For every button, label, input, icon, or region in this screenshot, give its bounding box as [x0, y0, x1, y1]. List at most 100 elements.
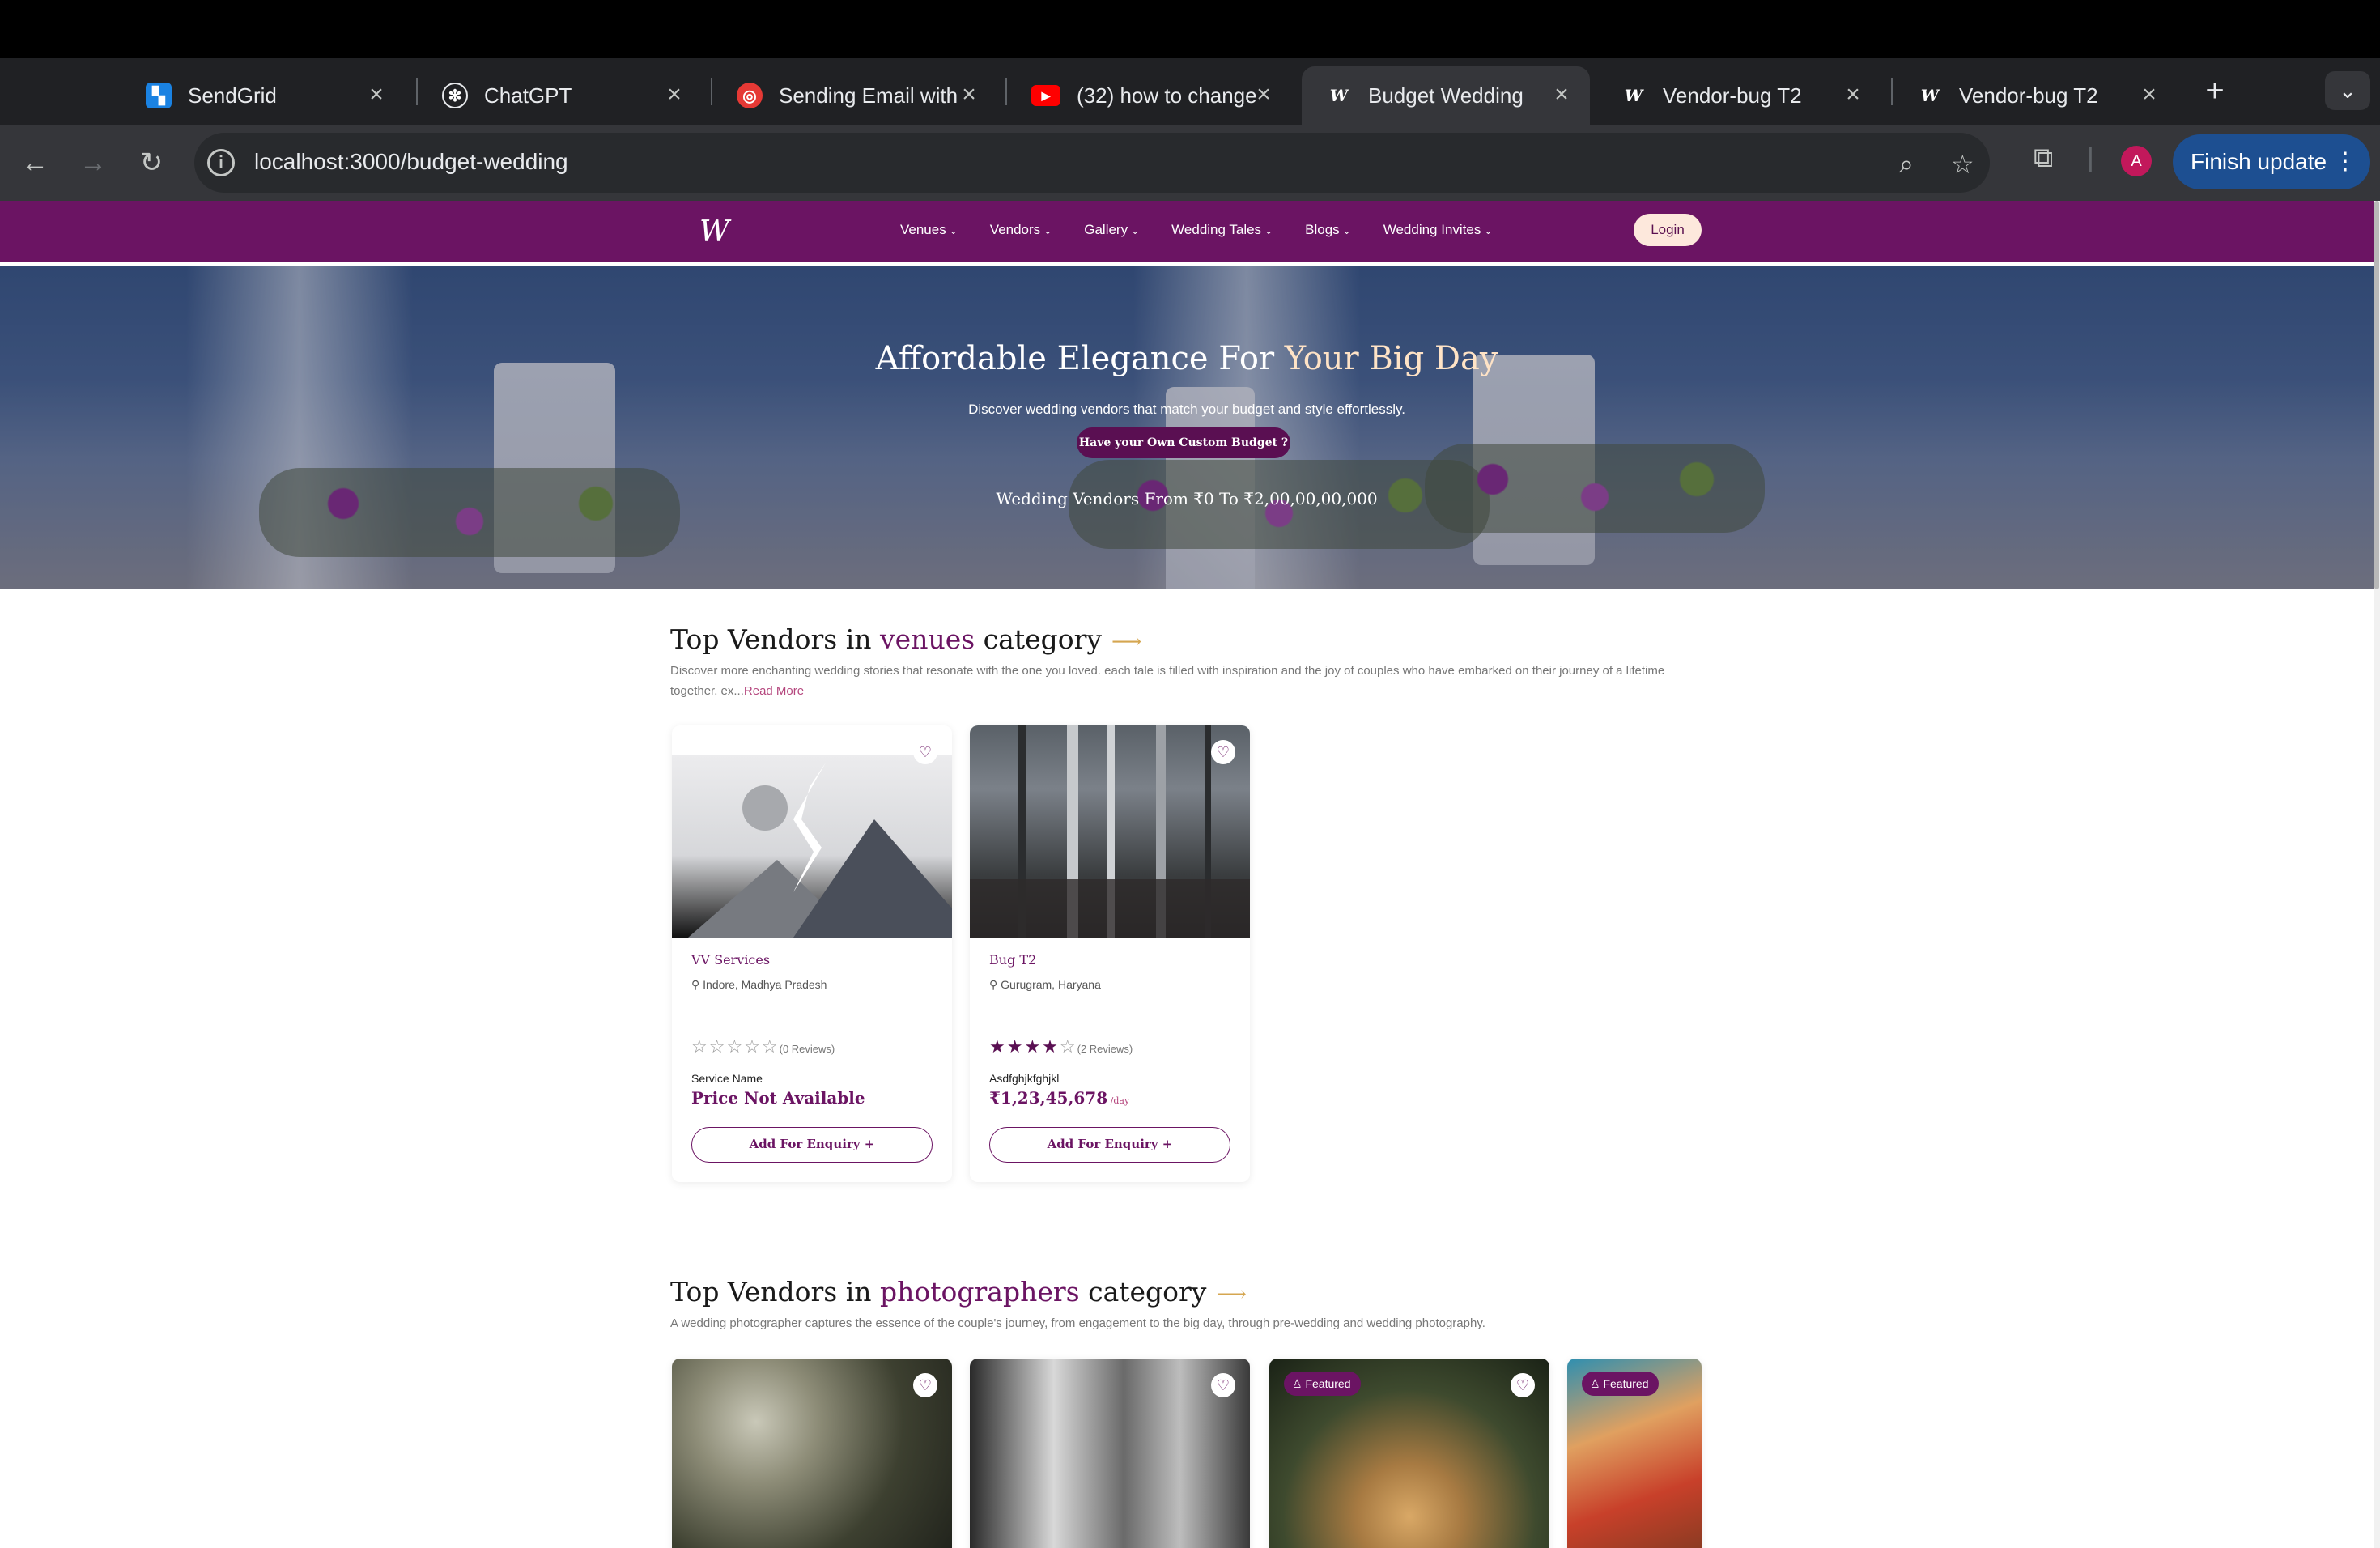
- vendor-card[interactable]: ♡ VV Services ⚲ Indore, Madhya Pradesh ☆…: [672, 725, 952, 1182]
- url-text[interactable]: localhost:3000/budget-wedding: [254, 149, 568, 175]
- add-for-enquiry-button[interactable]: Add For Enquiry +: [691, 1127, 933, 1163]
- menu-vendors[interactable]: Vendors ⌄: [990, 222, 1052, 238]
- chevron-down-icon: ⌄: [1043, 225, 1052, 236]
- chevron-down-icon: ⌄: [1131, 225, 1140, 236]
- tab-sending-email[interactable]: ◎ Sending Email with ×: [712, 66, 997, 125]
- tab-budget-wedding[interactable]: W Budget Wedding ×: [1302, 66, 1590, 125]
- vendor-price: Price Not Available: [691, 1088, 865, 1108]
- tab-chatgpt[interactable]: ✻ ChatGPT ×: [418, 66, 703, 125]
- tab-sendgrid[interactable]: ▚ SendGrid ×: [121, 66, 405, 125]
- hero-title-highlight: Your Big Day: [1284, 340, 1498, 377]
- vendor-image: [970, 725, 1250, 938]
- back-icon[interactable]: ←: [16, 144, 53, 181]
- page-scrollbar[interactable]: [2374, 201, 2380, 1548]
- sendgrid-icon: ▚: [146, 83, 172, 108]
- title-prefix: Top Vendors in: [670, 1276, 881, 1308]
- featured-badge: ♙ Featured: [1582, 1372, 1659, 1396]
- reload-icon[interactable]: ↻: [133, 144, 170, 181]
- stars-empty: ☆: [1059, 1036, 1077, 1057]
- tab-title: Budget Wedding: [1368, 83, 1524, 108]
- tab-vendor-bug-1[interactable]: W Vendor-bug T2 ×: [1596, 66, 1881, 125]
- site-logo[interactable]: W: [699, 215, 729, 249]
- menu-label: Wedding Tales: [1171, 222, 1262, 237]
- menu-wedding-tales[interactable]: Wedding Tales ⌄: [1171, 222, 1273, 238]
- image-placeholder-icon: [688, 763, 952, 938]
- youtube-icon: ▶: [1031, 85, 1060, 106]
- vendor-name[interactable]: VV Services: [691, 952, 770, 968]
- hero-title: Affordable Elegance For Your Big Day: [0, 340, 2374, 377]
- zoom-icon[interactable]: ⌕: [1899, 149, 1914, 180]
- close-icon[interactable]: ×: [363, 81, 390, 108]
- add-for-enquiry-button[interactable]: Add For Enquiry +: [989, 1127, 1230, 1163]
- tab-youtube[interactable]: ▶ (32) how to change ×: [1007, 66, 1292, 125]
- login-button[interactable]: Login: [1634, 214, 1702, 246]
- tab-title: Vendor-bug T2: [1663, 83, 1802, 108]
- tab-search-button[interactable]: ⌄: [2325, 71, 2370, 110]
- close-icon[interactable]: ×: [1548, 81, 1575, 108]
- price-text: Price Not Available: [691, 1088, 865, 1108]
- menu-wedding-invites[interactable]: Wedding Invites ⌄: [1383, 222, 1493, 238]
- hero-banner: Affordable Elegance For Your Big Day Dis…: [0, 266, 2374, 589]
- finish-update-label: Finish update: [2191, 149, 2327, 174]
- title-category: venues: [880, 623, 975, 655]
- vendor-image: [970, 1359, 1250, 1548]
- award-icon: ♙: [1292, 1377, 1306, 1390]
- wishlist-heart-icon[interactable]: ♡: [1211, 1373, 1235, 1397]
- finish-update-button[interactable]: Finish update ⋮: [2173, 134, 2370, 189]
- vendor-price: ₹1,23,45,678 /day: [989, 1088, 1129, 1108]
- close-icon[interactable]: ×: [2136, 81, 2163, 108]
- address-bar[interactable]: i localhost:3000/budget-wedding ⌕ ☆: [194, 133, 1990, 193]
- menu-blogs[interactable]: Blogs ⌄: [1305, 222, 1351, 238]
- new-tab-button[interactable]: +: [2197, 73, 2233, 108]
- site-menu: Venues ⌄ Vendors ⌄ Gallery ⌄ Wedding Tales ⌄…: [900, 222, 1524, 238]
- wishlist-heart-icon[interactable]: ♡: [913, 1373, 937, 1397]
- tab-title: (32) how to change: [1077, 83, 1257, 108]
- hero-title-main: Affordable Elegance For: [875, 340, 1285, 377]
- menu-gallery[interactable]: Gallery ⌄: [1084, 222, 1139, 238]
- scrollbar-thumb[interactable]: [2374, 201, 2379, 589]
- chevron-down-icon: ⌄: [1264, 225, 1273, 236]
- rating-stars: ☆☆☆☆☆(0 Reviews): [691, 1036, 835, 1057]
- custom-budget-button[interactable]: Have your Own Custom Budget ?: [1077, 427, 1290, 458]
- extensions-icon[interactable]: ⧉: [2034, 142, 2053, 174]
- profile-avatar[interactable]: A: [2121, 146, 2152, 176]
- title-category: photographers: [880, 1276, 1080, 1308]
- menu-label: Vendors: [989, 222, 1041, 237]
- site-info-icon[interactable]: i: [207, 149, 235, 176]
- vendor-location: ⚲ Indore, Madhya Pradesh: [691, 978, 827, 992]
- tab-title: Vendor-bug T2: [1959, 83, 2098, 108]
- wishlist-heart-icon[interactable]: ♡: [1511, 1373, 1535, 1397]
- review-count: (2 Reviews): [1077, 1043, 1133, 1055]
- service-name: Service Name: [691, 1072, 763, 1085]
- site-logo-icon: W: [1624, 86, 1643, 105]
- vendor-card[interactable]: ♡: [672, 1359, 952, 1548]
- vendor-card[interactable]: ♡: [970, 1359, 1250, 1548]
- close-icon[interactable]: ×: [1839, 81, 1867, 108]
- vendor-card[interactable]: ♙ Featured ♡: [1269, 1359, 1549, 1548]
- tab-title: SendGrid: [188, 83, 277, 108]
- more-vert-icon[interactable]: ⋮: [2333, 134, 2357, 189]
- wishlist-heart-icon[interactable]: ♡: [1211, 740, 1235, 764]
- menu-label: Gallery: [1084, 222, 1128, 237]
- forward-icon[interactable]: →: [74, 144, 112, 181]
- system-top-bar: [0, 0, 2380, 58]
- site-navbar: W Venues ⌄ Vendors ⌄ Gallery ⌄ Wedding Tale…: [0, 201, 2374, 264]
- menu-label: Blogs: [1305, 222, 1340, 237]
- section-title-photographers: Top Vendors in photographers category ⟶: [670, 1276, 1247, 1308]
- close-icon[interactable]: ×: [955, 81, 983, 108]
- vendor-card[interactable]: ♙ Featured: [1567, 1359, 1702, 1548]
- read-more-link[interactable]: Read More: [744, 684, 804, 698]
- bookmark-star-icon[interactable]: ☆: [1951, 149, 1974, 180]
- rating-stars: ★★★★☆(2 Reviews): [989, 1036, 1133, 1057]
- vendor-card[interactable]: ♡ Bug T2 ⚲ Gurugram, Haryana ★★★★☆(2 Rev…: [970, 725, 1250, 1182]
- sending-email-icon: ◎: [737, 83, 763, 108]
- close-icon[interactable]: ×: [1250, 81, 1277, 108]
- vendor-name[interactable]: Bug T2: [989, 952, 1036, 968]
- menu-venues[interactable]: Venues ⌄: [900, 222, 958, 238]
- hero-subtitle: Discover wedding vendors that match your…: [968, 402, 1405, 417]
- close-icon[interactable]: ×: [661, 81, 688, 108]
- tab-vendor-bug-2[interactable]: W Vendor-bug T2 ×: [1893, 66, 2178, 125]
- stars-empty: ☆☆☆☆☆: [691, 1036, 780, 1057]
- wishlist-heart-icon[interactable]: ♡: [913, 740, 937, 764]
- budget-range-text: Wedding Vendors From ₹0 To ₹2,00,00,00,0…: [996, 489, 1378, 508]
